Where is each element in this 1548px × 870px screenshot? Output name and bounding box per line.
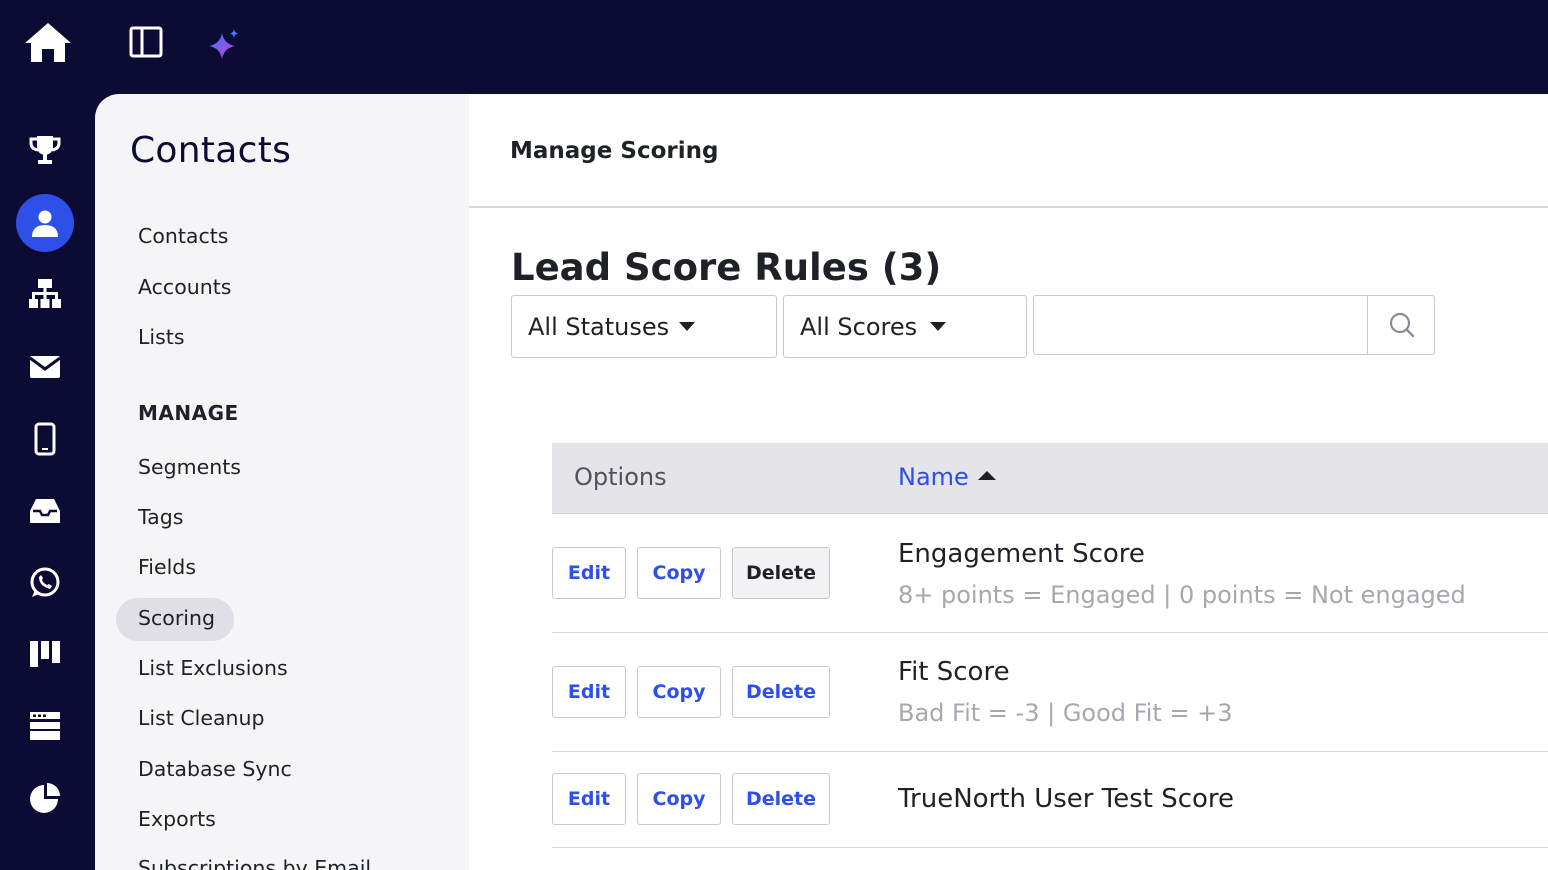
sidebar-item-exports[interactable]: Exports bbox=[138, 807, 216, 831]
trophy-icon[interactable] bbox=[16, 121, 74, 179]
column-header-options: Options bbox=[574, 463, 667, 491]
table-row: Edit Copy Delete Engagement Score 8+ poi… bbox=[552, 515, 1548, 633]
edit-button[interactable]: Edit bbox=[552, 666, 626, 718]
sidebar-title: Contacts bbox=[130, 130, 292, 171]
search-box bbox=[1033, 295, 1435, 355]
sidebar-item-contacts[interactable]: Contacts bbox=[138, 224, 228, 248]
column-header-name[interactable]: Name bbox=[898, 463, 969, 491]
app-rail bbox=[0, 94, 95, 870]
sidebar-section-manage: MANAGE bbox=[138, 401, 239, 425]
sidebar-item-database-sync[interactable]: Database Sync bbox=[138, 757, 292, 781]
table-row: Edit Copy Delete TrueNorth User Test Sco… bbox=[552, 752, 1548, 848]
sort-ascending-icon[interactable] bbox=[978, 471, 996, 480]
page-header: Manage Scoring bbox=[469, 94, 1548, 208]
contacts-sidebar: Contacts Contacts Accounts Lists MANAGE … bbox=[95, 94, 469, 870]
rule-name: Engagement Score bbox=[898, 539, 1145, 569]
whatsapp-icon[interactable] bbox=[16, 554, 74, 612]
table-row: Edit Copy Delete Fit Score Bad Fit = -3 … bbox=[552, 633, 1548, 752]
rule-description: Bad Fit = -3 | Good Fit = +3 bbox=[898, 699, 1233, 727]
automations-icon[interactable] bbox=[16, 265, 74, 323]
delete-button[interactable]: Delete bbox=[732, 547, 830, 599]
sidebar-item-accounts[interactable]: Accounts bbox=[138, 275, 231, 299]
edit-button[interactable]: Edit bbox=[552, 773, 626, 825]
rule-name: TrueNorth User Test Score bbox=[898, 784, 1235, 814]
sidebar-item-fields[interactable]: Fields bbox=[138, 555, 196, 579]
website-icon[interactable] bbox=[16, 697, 74, 755]
rule-name: Fit Score bbox=[898, 657, 1010, 687]
copy-button[interactable]: Copy bbox=[637, 547, 721, 599]
sidebar-item-list-exclusions[interactable]: List Exclusions bbox=[138, 656, 288, 680]
edit-button[interactable]: Edit bbox=[552, 547, 626, 599]
search-button[interactable] bbox=[1367, 296, 1435, 354]
page-title: Manage Scoring bbox=[510, 138, 719, 164]
copy-button[interactable]: Copy bbox=[637, 773, 721, 825]
reports-icon[interactable] bbox=[16, 769, 74, 827]
email-icon[interactable] bbox=[16, 338, 74, 396]
chevron-down-icon bbox=[930, 322, 946, 331]
top-bar bbox=[0, 0, 1548, 94]
table-header: Options Name bbox=[552, 443, 1548, 514]
search-icon bbox=[1389, 312, 1414, 338]
delete-button[interactable]: Delete bbox=[732, 666, 830, 718]
copy-button[interactable]: Copy bbox=[637, 666, 721, 718]
score-rules-table: Options Name Edit Copy Delete Engagement… bbox=[552, 443, 1548, 848]
sidebar-item-scoring[interactable]: Scoring bbox=[138, 606, 215, 630]
status-filter-label: All Statuses bbox=[528, 312, 670, 341]
panel-toggle-icon[interactable] bbox=[124, 20, 168, 64]
delete-button[interactable]: Delete bbox=[732, 773, 830, 825]
search-input[interactable] bbox=[1034, 296, 1367, 354]
contacts-icon[interactable] bbox=[16, 194, 74, 252]
sidebar-item-list-cleanup[interactable]: List Cleanup bbox=[138, 706, 265, 730]
inbox-icon[interactable] bbox=[16, 482, 74, 540]
chevron-down-icon bbox=[679, 322, 695, 331]
mobile-icon[interactable] bbox=[16, 410, 74, 468]
pipeline-icon[interactable] bbox=[16, 625, 74, 683]
section-title: Lead Score Rules (3) bbox=[511, 246, 942, 289]
sidebar-item-tags[interactable]: Tags bbox=[138, 505, 183, 529]
sparkle-icon[interactable] bbox=[202, 22, 246, 66]
status-filter-dropdown[interactable]: All Statuses bbox=[511, 295, 777, 358]
scores-filter-dropdown[interactable]: All Scores bbox=[783, 295, 1027, 358]
home-icon[interactable] bbox=[20, 18, 76, 66]
sidebar-item-lists[interactable]: Lists bbox=[138, 325, 185, 349]
scores-filter-label: All Scores bbox=[800, 312, 918, 341]
sidebar-item-segments[interactable]: Segments bbox=[138, 455, 241, 479]
main-content: Manage Scoring Lead Score Rules (3) All … bbox=[469, 94, 1548, 870]
rule-description: 8+ points = Engaged | 0 points = Not eng… bbox=[898, 581, 1466, 609]
sidebar-item-subscriptions-by-email[interactable]: Subscriptions by Email bbox=[138, 856, 371, 870]
